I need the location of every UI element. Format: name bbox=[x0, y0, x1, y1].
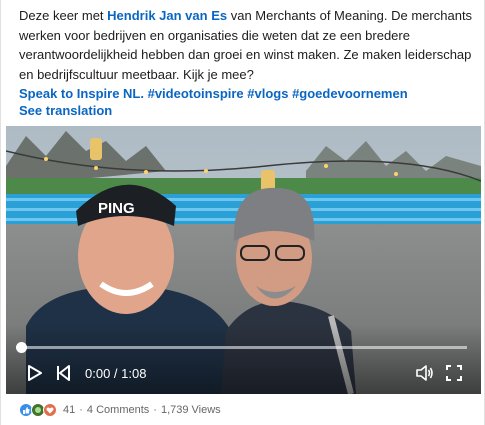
love-reaction-icon bbox=[43, 403, 57, 417]
current-time: 0:00 bbox=[85, 366, 111, 381]
comments-count[interactable]: 4 Comments bbox=[87, 404, 149, 416]
post-text: Deze keer met Hendrik Jan van Es van Mer… bbox=[19, 6, 474, 104]
post-text-intro: Deze keer met bbox=[19, 8, 108, 23]
reactions-count[interactable]: 41 bbox=[63, 404, 75, 416]
progress-bar[interactable] bbox=[16, 342, 467, 353]
separator-dot: · bbox=[79, 404, 83, 416]
progress-handle[interactable] bbox=[16, 342, 27, 353]
see-translation-button[interactable]: See translation bbox=[19, 103, 112, 118]
play-icon[interactable] bbox=[28, 365, 42, 381]
separator-dot: · bbox=[153, 404, 157, 416]
cap-logo-text: PING bbox=[98, 200, 135, 217]
skip-back-icon[interactable] bbox=[56, 365, 70, 381]
video-controls: 0:00 / 1:08 bbox=[6, 324, 481, 394]
time-separator: / bbox=[110, 366, 122, 381]
mention-link[interactable]: Hendrik Jan van Es bbox=[107, 8, 227, 23]
video-player[interactable]: PING 0:00 / 1:08 bbox=[6, 126, 481, 394]
views-count: 1,739 Views bbox=[160, 404, 221, 416]
fullscreen-icon[interactable] bbox=[446, 365, 462, 381]
time-display: 0:00 / 1:08 bbox=[85, 366, 146, 381]
volume-icon[interactable] bbox=[416, 365, 434, 381]
hashtags-link[interactable]: Speak to Inspire NL. #videotoinspire #vl… bbox=[19, 86, 408, 101]
post-card: Deze keer met Hendrik Jan van Es van Mer… bbox=[0, 0, 485, 425]
social-counts: 41 · 4 Comments · 1,739 Views bbox=[19, 402, 221, 418]
duration: 1:08 bbox=[121, 366, 147, 381]
